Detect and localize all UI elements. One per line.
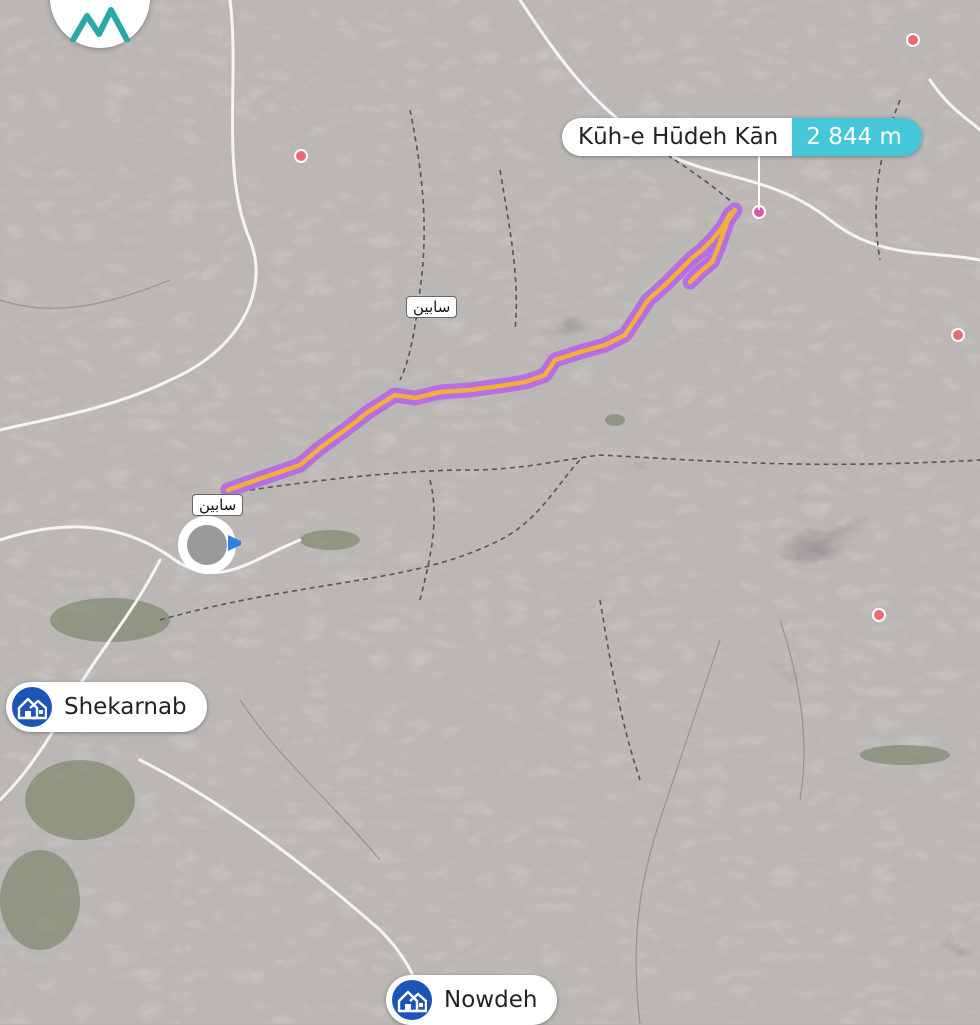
place-name: Nowdeh [444, 987, 538, 1013]
village-icon [12, 687, 52, 727]
village-icon [392, 980, 432, 1020]
village-label[interactable]: سابین [192, 494, 244, 516]
poi-dot[interactable] [872, 608, 886, 622]
peak-label-stem [758, 156, 760, 210]
peak-elevation-badge: 2 844 m [792, 118, 922, 156]
place-label-shekarnab[interactable]: Shekarnab [6, 682, 207, 732]
location-heading-icon [178, 516, 245, 574]
peak-label[interactable]: Kūh-e Hūdeh Kān 2 844 m [562, 118, 922, 156]
poi-dot[interactable] [294, 149, 308, 163]
poi-dot[interactable] [906, 33, 920, 47]
village-label[interactable]: سابین [406, 296, 458, 318]
peak-name: Kūh-e Hūdeh Kān [562, 118, 793, 156]
poi-dot[interactable] [951, 328, 965, 342]
place-name: Shekarnab [64, 694, 187, 720]
user-location-marker[interactable] [177, 515, 245, 579]
place-label-nowdeh[interactable]: Nowdeh [386, 975, 558, 1025]
mountain-logo-icon [70, 7, 130, 42]
